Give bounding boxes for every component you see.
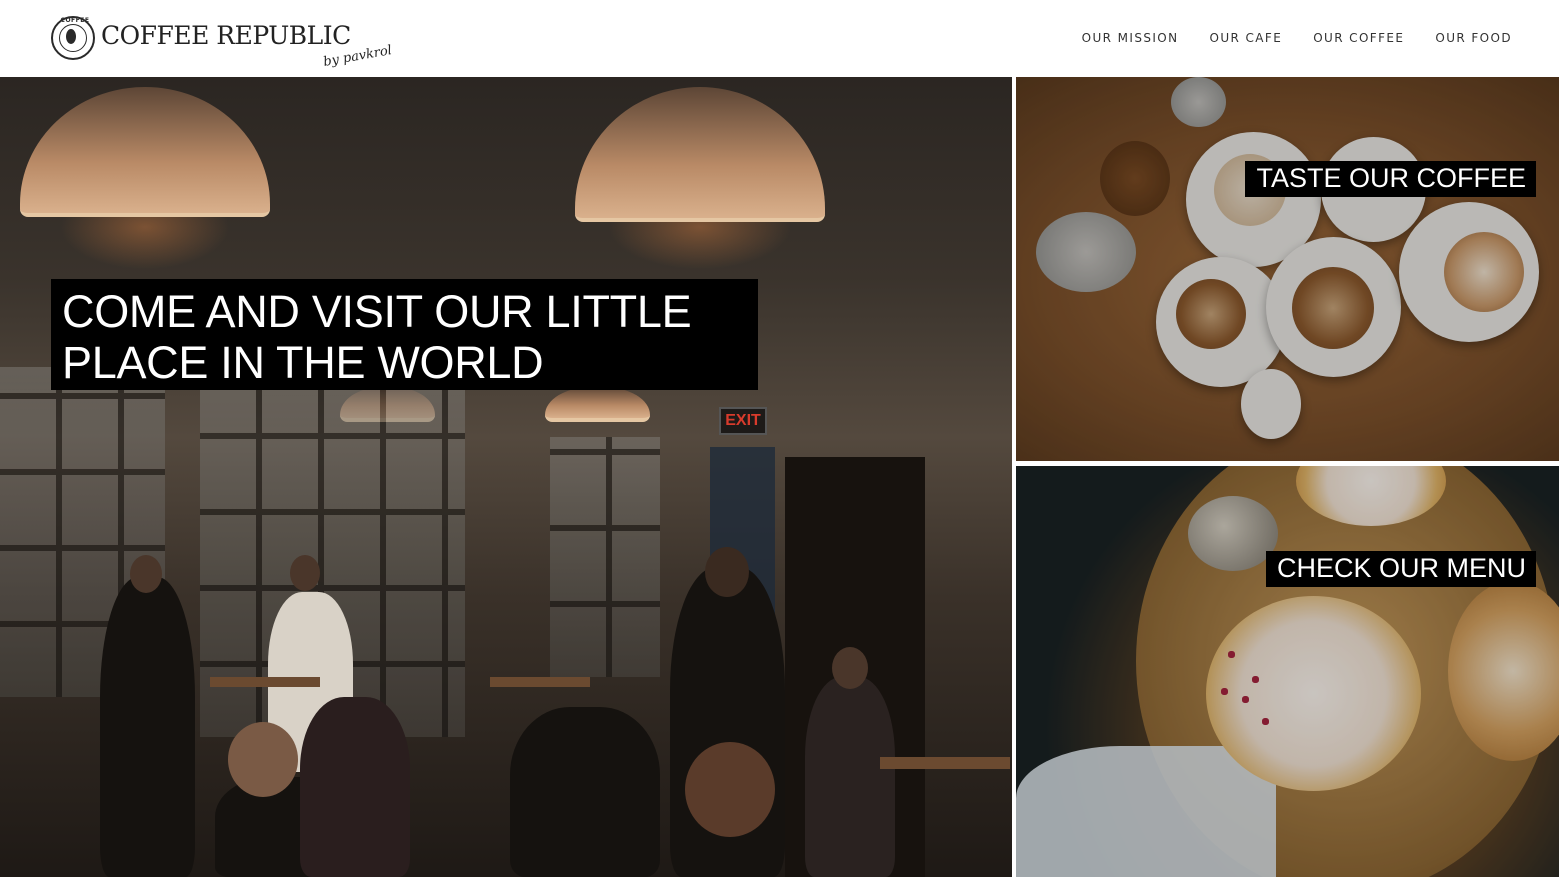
check-our-menu-label: CHECK OUR MENU (1265, 551, 1536, 587)
hero-cafe-panel[interactable]: EXIT COME AND VISIT OUR LITTLE PLACE IN … (0, 77, 1012, 877)
coffee-bean-logo-icon: COFFEE (51, 16, 95, 60)
nav-item-our-mission[interactable]: OUR MISSION (1082, 31, 1179, 45)
coffee-tile[interactable]: TASTE OUR COFFEE (1016, 77, 1559, 461)
main-nav: OUR MISSION OUR CAFE OUR COFFEE OUR FOOD (1082, 31, 1512, 45)
nav-item-our-cafe[interactable]: OUR CAFE (1210, 31, 1283, 45)
hero-heading-line-2: PLACE IN THE WORLD (62, 337, 544, 388)
logo-badge-text: COFFEE (60, 17, 90, 24)
site-header: COFFEE COFFEE REPUBLIC by pavkrol OUR MI… (0, 0, 1559, 77)
hero-heading-line-1: COME AND VISIT OUR LITTLE (62, 286, 692, 337)
brand-name: COFFEE REPUBLIC (101, 21, 351, 50)
menu-tile[interactable]: CHECK OUR MENU (1016, 466, 1559, 877)
brand-logo[interactable]: COFFEE COFFEE REPUBLIC by pavkrol (51, 14, 396, 74)
taste-our-coffee-label: TASTE OUR COFFEE (1245, 161, 1536, 197)
exit-sign: EXIT (719, 407, 767, 435)
nav-item-our-coffee[interactable]: OUR COFFEE (1313, 31, 1404, 45)
hero-heading: COME AND VISIT OUR LITTLE PLACE IN THE W… (51, 279, 758, 390)
nav-item-our-food[interactable]: OUR FOOD (1435, 31, 1512, 45)
cafe-interior-image: EXIT (0, 77, 1012, 877)
